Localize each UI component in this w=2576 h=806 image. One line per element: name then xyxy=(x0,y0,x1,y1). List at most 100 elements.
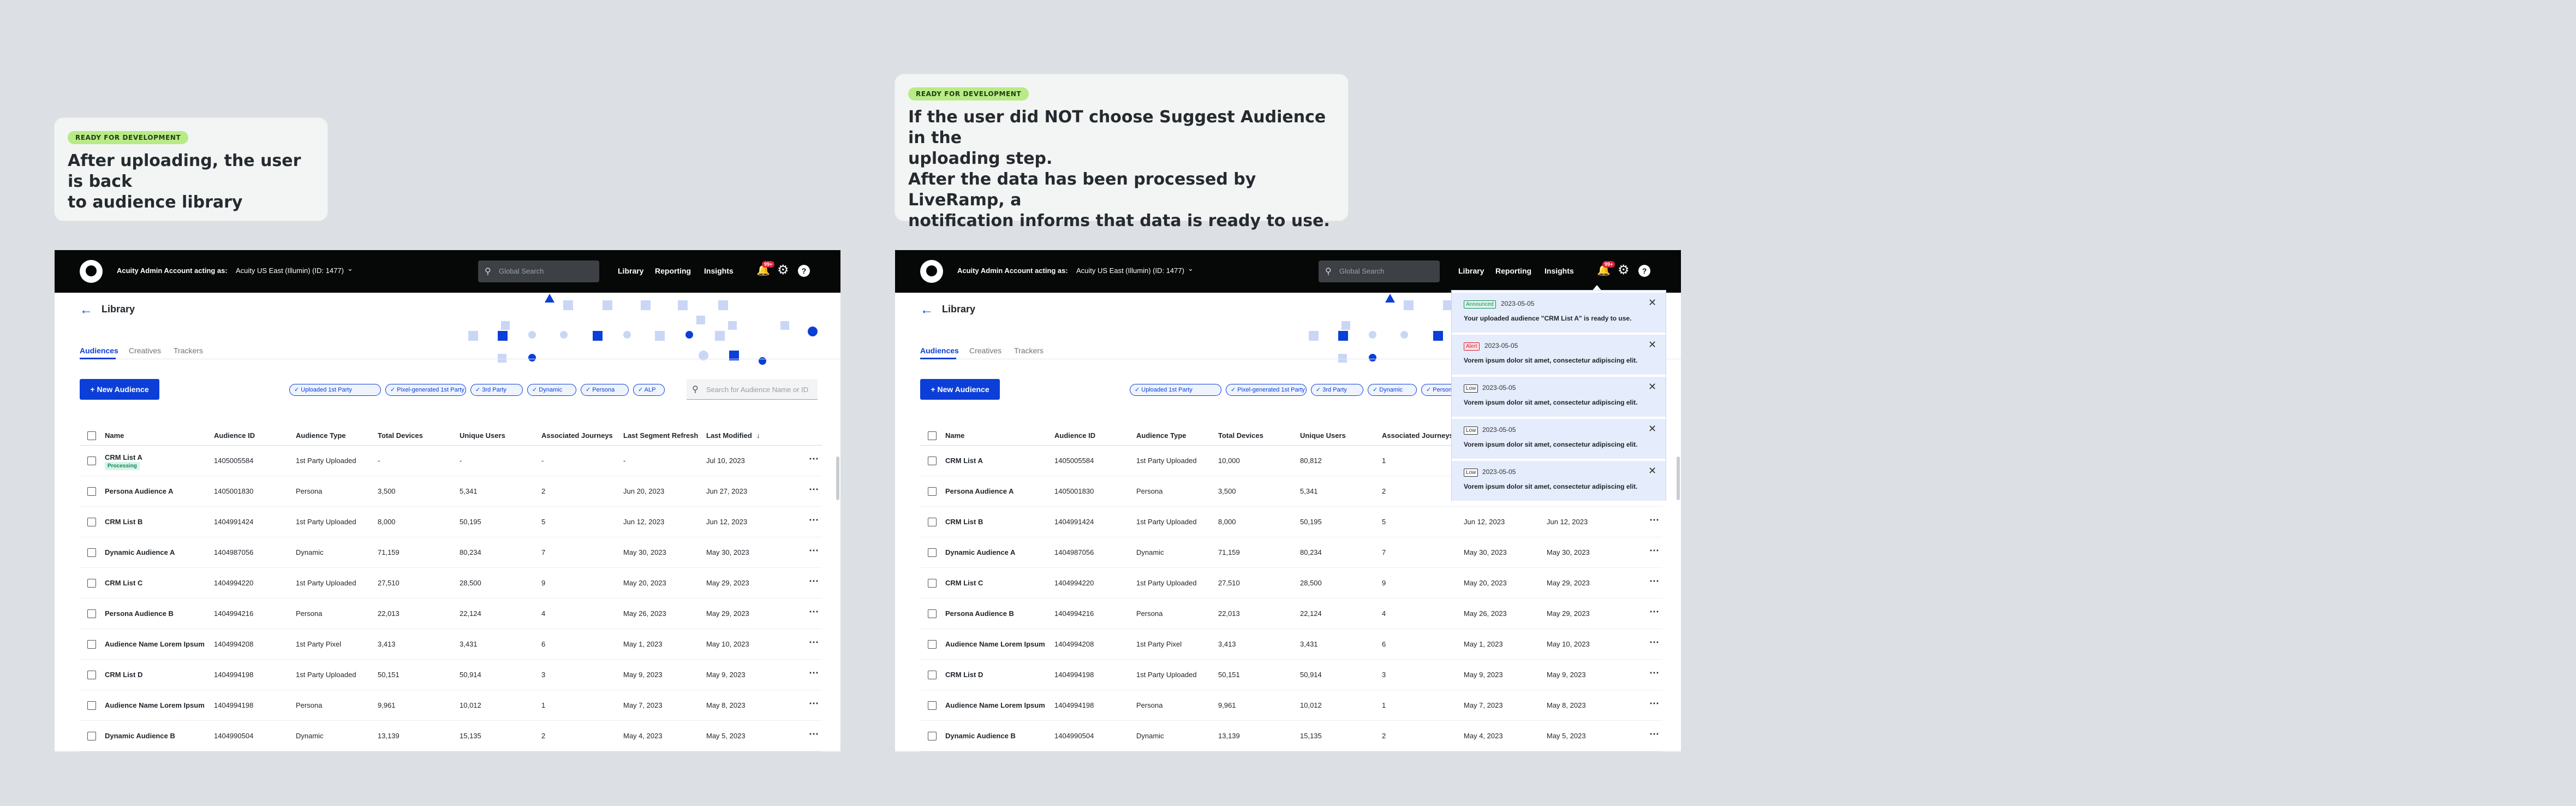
notification-item[interactable]: Low 2023-05-05 ✕ Vorem ipsum dolor sit amet… xyxy=(1452,419,1666,460)
more-icon[interactable]: ⋯ xyxy=(1649,728,1660,740)
filter-chip[interactable]: ✓ Dynamic xyxy=(527,384,576,396)
row-checkbox[interactable] xyxy=(928,701,937,710)
row-checkbox[interactable] xyxy=(87,609,96,618)
row-checkbox[interactable] xyxy=(87,732,96,740)
row-checkbox[interactable] xyxy=(928,609,937,618)
account-selector[interactable]: Acuity US East (Illumin) (ID: 1477) xyxy=(1076,266,1184,275)
tab-audiences[interactable]: Audiences xyxy=(80,346,118,355)
table-row[interactable]: Audience Name Lorem Ipsum 1404994208 1st P… xyxy=(80,629,822,660)
table-row[interactable]: CRM List D 1404994198 1st Party Uploaded 50… xyxy=(920,660,1662,690)
row-checkbox[interactable] xyxy=(928,457,937,465)
more-icon[interactable]: ⋯ xyxy=(809,637,819,648)
filter-chip[interactable]: ✓ 3rd Party xyxy=(470,384,523,396)
account-selector[interactable]: Acuity US East (Illumin) (ID: 1477) xyxy=(236,266,344,275)
filter-chip[interactable]: ✓ Dynamic xyxy=(1368,384,1417,396)
more-icon[interactable]: ⋯ xyxy=(1649,514,1660,526)
chevron-down-icon[interactable]: ⌄ xyxy=(1188,264,1194,273)
table-row[interactable]: Audience Name Lorem Ipsum 1404994198 Perso… xyxy=(80,690,822,721)
tab-audiences[interactable]: Audiences xyxy=(920,346,959,355)
column-header[interactable]: Audience ID xyxy=(214,431,255,440)
close-icon[interactable]: ✕ xyxy=(1648,423,1656,435)
more-icon[interactable]: ⋯ xyxy=(809,453,819,465)
back-arrow-icon[interactable]: ← xyxy=(920,303,933,318)
more-icon[interactable]: ⋯ xyxy=(1649,606,1660,618)
column-header[interactable]: Unique Users xyxy=(460,431,505,440)
row-checkbox[interactable] xyxy=(87,640,96,649)
more-icon[interactable]: ⋯ xyxy=(1649,698,1660,709)
column-header[interactable]: Name xyxy=(105,431,124,440)
chevron-down-icon[interactable]: ⌄ xyxy=(347,264,353,273)
table-row[interactable]: CRM List B 1404991424 1st Party Uploaded 8,… xyxy=(920,507,1662,537)
select-all-checkbox[interactable] xyxy=(87,431,96,440)
table-row[interactable]: Dynamic Audience B 1404990504 Dynamic 13,13… xyxy=(920,721,1662,751)
scrollbar[interactable] xyxy=(836,457,839,500)
table-row[interactable]: Audience Name Lorem Ipsum 1404994208 1st P… xyxy=(920,629,1662,660)
row-checkbox[interactable] xyxy=(928,548,937,557)
more-icon[interactable]: ⋯ xyxy=(809,514,819,526)
row-checkbox[interactable] xyxy=(928,671,937,679)
more-icon[interactable]: ⋯ xyxy=(1649,637,1660,648)
more-icon[interactable]: ⋯ xyxy=(809,545,819,556)
table-row[interactable]: Persona Audience A 1405001830 Persona 3,500… xyxy=(80,476,822,507)
row-checkbox[interactable] xyxy=(87,579,96,588)
more-icon[interactable]: ⋯ xyxy=(1649,576,1660,587)
filter-chip[interactable]: ✓ Persona xyxy=(581,384,629,396)
nav-item[interactable]: Insights xyxy=(704,266,734,275)
nav-item[interactable]: Reporting xyxy=(1495,266,1531,275)
logo[interactable] xyxy=(80,260,103,283)
nav-item[interactable]: Insights xyxy=(1545,266,1574,275)
more-icon[interactable]: ⋯ xyxy=(809,606,819,618)
column-header[interactable]: Unique Users xyxy=(1300,431,1346,440)
row-checkbox[interactable] xyxy=(928,732,937,740)
column-header[interactable]: Audience Type xyxy=(296,431,346,440)
help-icon[interactable]: ? xyxy=(798,265,810,277)
global-search-input[interactable]: ⚲ Global Search xyxy=(478,260,599,282)
filter-chip[interactable]: ✓ Uploaded 1st Party xyxy=(289,384,381,396)
row-checkbox[interactable] xyxy=(928,518,937,526)
back-arrow-icon[interactable]: ← xyxy=(80,303,93,318)
notification-item[interactable]: Low 2023-05-05 ✕ Vorem ipsum dolor sit amet… xyxy=(1452,461,1666,502)
nav-item[interactable]: Library xyxy=(1458,266,1484,275)
table-row[interactable]: CRM List C 1404994220 1st Party Uploaded 27… xyxy=(920,568,1662,598)
row-checkbox[interactable] xyxy=(87,518,96,526)
row-checkbox[interactable] xyxy=(87,487,96,496)
filter-chip[interactable]: ✓ Pixel-generated 1st Party xyxy=(385,384,466,396)
more-icon[interactable]: ⋯ xyxy=(809,576,819,587)
notification-item[interactable]: Announced 2023-05-05 ✕ Your uploaded audien… xyxy=(1452,293,1666,334)
table-row[interactable]: CRM List C 1404994220 1st Party Uploaded 27… xyxy=(80,568,822,598)
column-header[interactable]: Name xyxy=(945,431,964,440)
tab-creatives[interactable]: Creatives xyxy=(969,346,1001,355)
close-icon[interactable]: ✕ xyxy=(1648,339,1656,351)
table-row[interactable]: Persona Audience B 1404994216 Persona 22,01… xyxy=(80,598,822,629)
column-header[interactable]: Associated Journeys xyxy=(541,431,613,440)
notification-item[interactable]: Low 2023-05-05 ✕ Vorem ipsum dolor sit amet… xyxy=(1452,377,1666,418)
scrollbar[interactable] xyxy=(1677,457,1680,500)
more-icon[interactable]: ⋯ xyxy=(1649,545,1660,556)
row-checkbox[interactable] xyxy=(87,548,96,557)
filter-chip[interactable]: ✓ Pixel-generated 1st Party xyxy=(1226,384,1307,396)
close-icon[interactable]: ✕ xyxy=(1648,381,1656,393)
gear-icon[interactable]: ⚙ xyxy=(777,262,789,278)
tab-trackers[interactable]: Trackers xyxy=(174,346,203,355)
table-row[interactable]: Dynamic Audience A 1404987056 Dynamic 71,15… xyxy=(920,537,1662,568)
nav-item[interactable]: Library xyxy=(618,266,643,275)
row-checkbox[interactable] xyxy=(928,487,937,496)
column-header[interactable]: Audience ID xyxy=(1054,431,1095,440)
filter-chip[interactable]: ✓ Uploaded 1st Party xyxy=(1130,384,1221,396)
gear-icon[interactable]: ⚙ xyxy=(1618,262,1630,278)
more-icon[interactable]: ⋯ xyxy=(1649,667,1660,679)
table-row[interactable]: CRM List D 1404994198 1st Party Uploaded 50… xyxy=(80,660,822,690)
close-icon[interactable]: ✕ xyxy=(1648,297,1656,309)
more-icon[interactable]: ⋯ xyxy=(809,667,819,679)
sort-arrow-icon[interactable]: ↓ xyxy=(756,431,760,440)
filter-chip[interactable]: ✓ 3rd Party xyxy=(1311,384,1363,396)
close-icon[interactable]: ✕ xyxy=(1648,465,1656,477)
column-header[interactable]: Total Devices xyxy=(378,431,423,440)
column-header[interactable]: Audience Type xyxy=(1136,431,1186,440)
row-checkbox[interactable] xyxy=(928,640,937,649)
table-row[interactable]: Dynamic Audience A 1404987056 Dynamic 71,15… xyxy=(80,537,822,568)
global-search-input[interactable]: ⚲ Global Search xyxy=(1319,260,1440,282)
row-checkbox[interactable] xyxy=(87,701,96,710)
filter-chip[interactable]: ✓ ALP xyxy=(633,384,665,396)
more-icon[interactable]: ⋯ xyxy=(809,484,819,495)
